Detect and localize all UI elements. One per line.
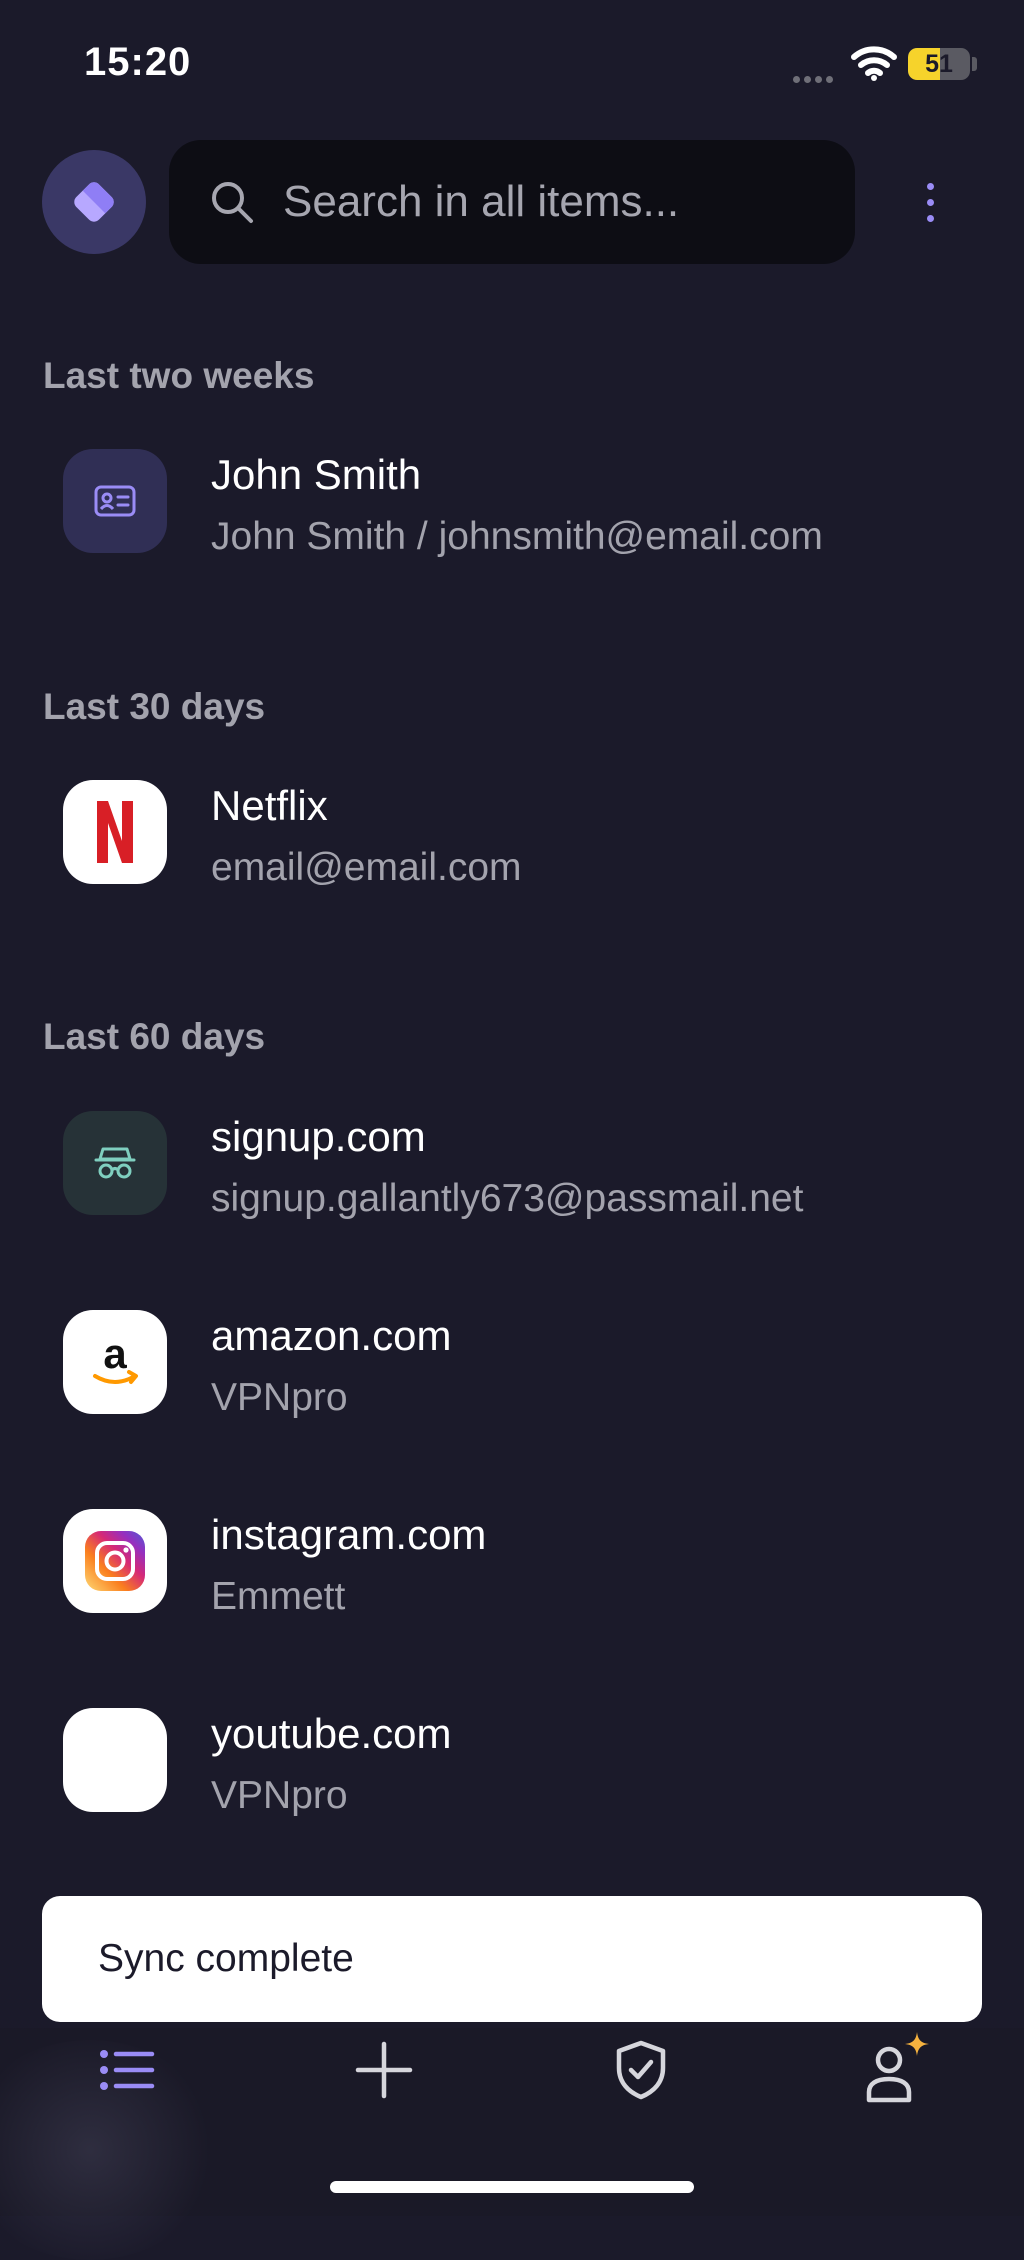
blank-logo [63, 1708, 167, 1812]
item-title: signup.com [211, 1113, 426, 1160]
section-title: Last 30 days [43, 686, 266, 727]
identity-card-icon [63, 449, 167, 553]
netflix-logo [63, 780, 167, 884]
battery-icon: 51 [908, 48, 970, 80]
search-bar[interactable]: Search in all items... [169, 140, 855, 264]
item-title: John Smith [211, 451, 422, 498]
plus-icon [355, 2041, 413, 2099]
more-options-button[interactable] [910, 170, 950, 234]
nav-security[interactable] [596, 2040, 686, 2100]
list-item[interactable]: youtube.com VPNpro [63, 1708, 963, 1818]
sync-toast: Sync complete [42, 1896, 982, 2022]
search-icon [212, 182, 253, 223]
battery-nub [972, 57, 977, 71]
toast-message: Sync complete [98, 1937, 354, 1980]
item-title: Netflix [211, 782, 328, 829]
alias-incognito-icon [63, 1111, 167, 1215]
more-vertical-icon [926, 182, 934, 190]
list-item[interactable]: signup.com signup.gallantly673@passmail.… [63, 1111, 963, 1221]
item-title: youtube.com [211, 1710, 452, 1757]
amazon-logo: a [63, 1310, 167, 1414]
item-subtitle: signup.gallantly673@passmail.net [211, 1177, 804, 1220]
wifi-icon [850, 45, 898, 86]
shield-check-icon [616, 2040, 666, 2100]
item-subtitle: VPNpro [211, 1376, 348, 1419]
list-item[interactable]: John Smith John Smith / johnsmith@email.… [63, 449, 963, 559]
battery-level: 51 [925, 50, 953, 78]
vault-diamond-icon [74, 182, 114, 222]
item-subtitle: VPNpro [211, 1774, 348, 1817]
section-title: Last 60 days [43, 1016, 266, 1057]
list-item[interactable]: Netflix email@email.com [63, 780, 963, 890]
item-subtitle: email@email.com [211, 846, 522, 889]
svg-text:a: a [103, 1330, 127, 1377]
search-input[interactable]: Search in all items... [283, 177, 679, 227]
list-item[interactable]: a amazon.com VPNpro [63, 1310, 963, 1420]
user-sparkle-icon [866, 2032, 929, 2103]
nav-profile[interactable] [850, 2030, 940, 2104]
item-title: amazon.com [211, 1312, 452, 1359]
list-icon [100, 2050, 155, 2090]
section-title: Last two weeks [43, 355, 315, 396]
status-time: 15:20 [84, 40, 192, 84]
item-title: instagram.com [211, 1511, 487, 1558]
nav-items-list[interactable] [82, 2040, 172, 2100]
item-subtitle: John Smith / johnsmith@email.com [211, 515, 823, 558]
list-item[interactable]: instagram.com Emmett [63, 1509, 963, 1619]
cellular-signal-icon [793, 70, 837, 88]
home-indicator[interactable] [330, 2181, 694, 2193]
vault-button[interactable] [42, 150, 146, 254]
item-subtitle: Emmett [211, 1575, 346, 1618]
instagram-logo [63, 1509, 167, 1613]
nav-create[interactable] [339, 2040, 429, 2100]
